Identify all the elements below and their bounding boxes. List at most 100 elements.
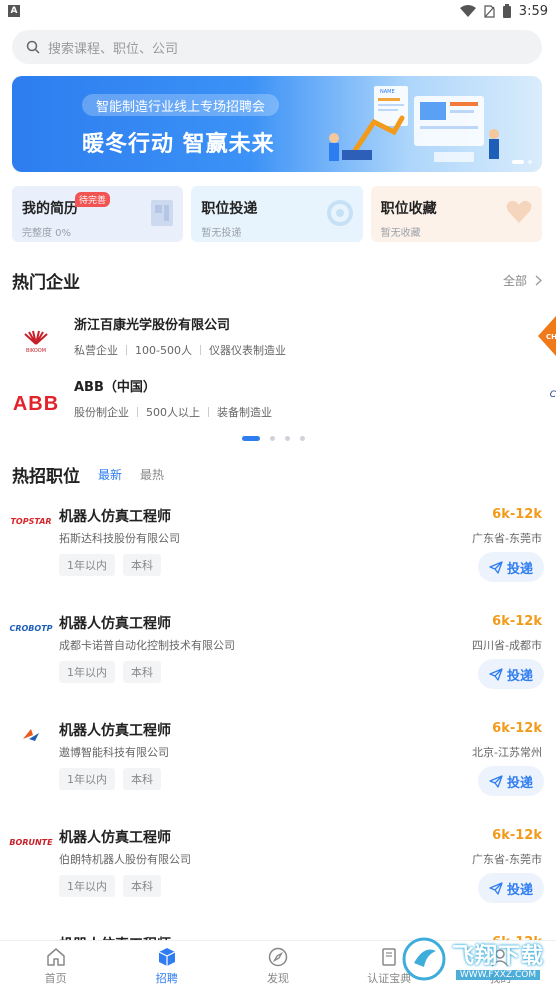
company-card[interactable]: ABB ABB（中国） 股份制企业 500人以上 装备制造业 [12,376,532,432]
pager-dot [270,436,275,441]
wifi-icon [459,5,476,17]
job-title: 机器人仿真工程师 [59,723,171,739]
nav-home[interactable]: 首页 [0,941,111,991]
job-card[interactable]: CROBOTP 机器人仿真工程师 成都卡诺普自动化控制技术有限公司 1年以内 本… [9,609,544,709]
chevron-right-icon [535,275,542,286]
tag-divider [137,407,138,417]
companies-pager [242,436,305,441]
banner-dot-active [512,160,524,164]
experience-tag: 1年以内 [59,875,115,897]
applications-card-sub: 暂无投递 [201,228,242,239]
company-card[interactable]: BIKOOM 浙江百康光学股份有限公司 私营企业 100-500人 仪器仪表制造… [12,314,532,370]
tag-divider [199,345,201,355]
send-icon [489,774,503,788]
education-tag: 本科 [123,875,161,897]
search-bar[interactable]: 搜索课程、职位、公司 [12,30,542,64]
experience-tag: 1年以内 [59,768,115,790]
applications-card[interactable]: 职位投递 暂无投递 [191,186,363,242]
job-title: 机器人仿真工程师 [59,616,171,632]
nav-discover[interactable]: 发现 [222,941,333,991]
send-icon [489,667,503,681]
apply-button[interactable]: 投递 [478,659,544,689]
banner-subtitle: 智能制造行业线上专场招聘会 [82,94,280,116]
job-company: 伯朗特机器人股份有限公司 [59,853,191,866]
job-tabs: 最新 最热 [98,466,164,483]
watermark: 飞翔下载 WWW.FXXZ.COM [390,930,556,988]
pager-dot-active [242,436,260,441]
tab-hottest[interactable]: 最热 [140,466,164,483]
heart-icon [506,200,532,223]
resume-icon [151,200,174,226]
apply-label: 投递 [506,775,533,791]
tag-divider [126,345,127,355]
quick-cards: 我的简历 完整度 0% 待完善 职位投递 暂无投递 职位收藏 暂无收藏 [12,186,542,242]
all-companies-link[interactable]: 全部 [503,272,542,289]
target-icon [326,200,353,226]
banner-title: 暖冬行动 智赢未来 [82,132,275,157]
job-salary: 6k-12k [492,507,542,522]
job-card[interactable]: BORUNTE 机器人仿真工程师 伯朗特机器人股份有限公司 1年以内 本科 6k… [9,823,544,923]
search-placeholder: 搜索课程、职位、公司 [48,41,179,57]
nav-jobs[interactable]: 招聘 [111,941,222,991]
watermark-url: WWW.FXXZ.COM [455,970,541,980]
battery-icon [502,4,511,18]
job-salary: 6k-12k [492,614,542,629]
banner-dot [528,160,532,164]
company-logo: TOPSTAR [10,516,52,526]
next-company-peek-logo: C [549,390,556,400]
resume-card[interactable]: 我的简历 完整度 0% 待完善 [12,186,184,242]
job-location: 北京-江苏常州 [472,746,542,759]
company-type: 私营企业 [74,344,118,357]
job-tags: 1年以内 本科 [59,768,161,790]
nav-jobs-label: 招聘 [155,971,178,985]
education-tag: 本科 [123,768,161,790]
promo-banner[interactable]: 智能制造行业线上专场招聘会 暖冬行动 智赢未来 NAME [12,76,542,172]
apply-button[interactable]: 投递 [478,873,544,903]
company-logo: CROBOTP [9,623,53,633]
resume-card-sub: 完整度 0% [22,228,72,239]
favorites-card-sub: 暂无收藏 [380,228,421,239]
company-logo: BORUNTE [9,837,53,847]
status-time: 3:59 [518,3,548,19]
pager-dot [285,436,290,441]
job-card[interactable]: 机器人仿真工程师 遨博智能科技有限公司 1年以内 本科 6k-12k 北京-江苏… [12,716,544,816]
education-tag: 本科 [123,661,161,683]
job-location: 四川省-成都市 [472,639,542,652]
favorites-card[interactable]: 职位收藏 暂无收藏 [370,186,542,242]
hot-companies-title: 热门企业 [12,273,80,293]
send-icon [489,881,503,895]
company-tags: 股份制企业 500人以上 装备制造业 [74,404,272,420]
job-card[interactable]: TOPSTAR 机器人仿真工程师 拓斯达科技股份有限公司 1年以内 本科 6k-… [10,502,544,602]
svg-text:CH: CH [546,333,556,341]
company-logo: BIKOOM [12,326,60,358]
job-tags: 1年以内 本科 [59,875,161,897]
job-company: 拓斯达科技股份有限公司 [59,532,180,545]
send-icon [489,560,503,574]
job-title: 机器人仿真工程师 [59,830,171,846]
nav-discover-label: 发现 [267,971,289,985]
apply-label: 投递 [506,561,533,577]
job-salary: 6k-12k [492,721,542,736]
apply-button[interactable]: 投递 [478,552,544,582]
tag-divider [208,407,209,417]
company-industry: 仪器仪表制造业 [208,344,286,357]
company-name: 浙江百康光学股份有限公司 [74,318,231,333]
company-tags: 私营企业 100-500人 仪器仪表制造业 [74,342,286,358]
next-company-peek: CH [538,316,556,356]
banner-pager [512,160,532,164]
job-tags: 1年以内 本科 [59,661,161,683]
compass-icon [268,947,288,966]
banner-illustration: NAME [329,86,499,162]
job-company: 遨博智能科技有限公司 [59,746,169,759]
company-size: 100-500人 [135,344,192,357]
tab-latest[interactable]: 最新 [98,466,122,483]
svg-text:BIKOOM: BIKOOM [26,348,46,354]
watermark-text: 飞翔下载 [451,944,544,969]
hot-jobs-title: 热招职位 [12,467,80,487]
job-location: 广东省-东莞市 [472,853,542,866]
notification-icon: A [8,5,20,17]
banner-art-label: NAME [380,89,395,95]
apply-button[interactable]: 投递 [478,766,544,796]
company-logo: ABB [12,392,60,415]
experience-tag: 1年以内 [59,661,115,683]
